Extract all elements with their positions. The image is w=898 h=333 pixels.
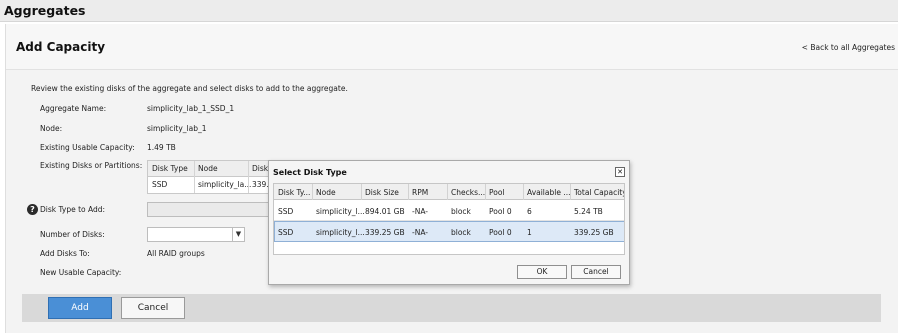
column-header-total-capacity[interactable]: Total Capacity [574, 188, 624, 197]
number-of-disks-label: Number of Disks: [40, 230, 105, 239]
cell-rpm: -NA- [412, 228, 428, 237]
panel-header: Add Capacity < Back to all Aggregates [6, 24, 898, 70]
page-title: Add Capacity [16, 40, 106, 54]
table-row[interactable]: SSD simplicity_l... 894.01 GB -NA- block… [274, 200, 624, 221]
column-header-disk-type[interactable]: Disk Ty... [278, 188, 310, 197]
column-header-pool[interactable]: Pool [489, 188, 505, 197]
column-divider [194, 161, 195, 193]
cell-disk-type: SSD [278, 228, 294, 237]
column-header-disk-type[interactable]: Disk Type [152, 161, 188, 177]
add-disks-to-value: All RAID groups [147, 249, 205, 258]
footer-bar: Add Cancel [22, 294, 881, 322]
column-header-checksum[interactable]: Checks... [451, 188, 485, 197]
cell-disk-size: 894.01 GB [365, 207, 405, 216]
dialog-title: Select Disk Type [273, 168, 347, 177]
column-header-node[interactable]: Node [198, 161, 218, 177]
cell-available: 1 [527, 228, 532, 237]
new-usable-capacity-label: New Usable Capacity: [40, 268, 122, 277]
column-header-rpm[interactable]: RPM [412, 188, 428, 197]
existing-disks-label: Existing Disks or Partitions: [40, 161, 143, 170]
existing-disk-type: SSD [152, 180, 168, 189]
column-divider [408, 184, 409, 200]
section-title: Aggregates [4, 3, 86, 18]
cell-checksum: block [451, 207, 471, 216]
cell-total-capacity: 5.24 TB [574, 207, 603, 216]
disk-type-table: Disk Ty... Node Disk Size RPM Checks... … [273, 183, 625, 255]
column-header-disk-size[interactable]: Disk Size [365, 188, 399, 197]
column-header-node[interactable]: Node [316, 188, 336, 197]
number-of-disks-select[interactable]: ▼ [147, 227, 245, 242]
cell-total-capacity: 339.25 GB [574, 228, 614, 237]
cell-available: 6 [527, 207, 532, 216]
dialog-cancel-button[interactable]: Cancel [571, 265, 621, 279]
add-disks-to-label: Add Disks To: [40, 249, 90, 258]
node-value: simplicity_lab_1 [147, 124, 207, 133]
usable-capacity-label: Existing Usable Capacity: [40, 143, 135, 152]
column-header-available[interactable]: Available ... [527, 188, 570, 197]
aggregate-name-value: simplicity_lab_1_SSD_1 [147, 104, 235, 113]
aggregate-name-label: Aggregate Name: [40, 104, 107, 113]
cell-pool: Pool 0 [489, 207, 512, 216]
close-icon[interactable]: ✕ [615, 167, 625, 177]
add-button[interactable]: Add [48, 297, 112, 319]
column-divider [485, 184, 486, 200]
cell-pool: Pool 0 [489, 228, 512, 237]
column-divider [312, 184, 313, 200]
cancel-button[interactable]: Cancel [121, 297, 185, 319]
existing-disks-table: Disk Type Node Disk S SSD simplicity_la.… [147, 160, 270, 194]
column-divider [570, 184, 571, 200]
cell-checksum: block [451, 228, 471, 237]
disk-type-field[interactable] [147, 202, 272, 217]
table-header: Disk Ty... Node Disk Size RPM Checks... … [274, 184, 624, 200]
table-row-selected[interactable]: SSD simplicity_l... 339.25 GB -NA- block… [274, 221, 624, 242]
back-to-aggregates-link[interactable]: < Back to all Aggregates [802, 43, 895, 52]
cell-rpm: -NA- [412, 207, 428, 216]
select-disk-type-dialog: Select Disk Type ✕ Disk Ty... Node Disk … [268, 160, 630, 285]
column-divider [361, 184, 362, 200]
cell-node: simplicity_l... [316, 228, 365, 237]
node-label: Node: [40, 124, 63, 133]
cell-disk-type: SSD [278, 207, 294, 216]
ok-button[interactable]: OK [517, 265, 567, 279]
cell-node: simplicity_l... [316, 207, 365, 216]
chevron-down-icon[interactable]: ▼ [232, 228, 244, 241]
disk-type-label: Disk Type to Add: [40, 205, 106, 214]
intro-text: Review the existing disks of the aggrega… [31, 84, 348, 93]
column-divider [523, 184, 524, 200]
existing-disk-node: simplicity_la... [198, 180, 252, 189]
cell-disk-size: 339.25 GB [365, 228, 405, 237]
column-divider [248, 161, 249, 193]
top-bar: Aggregates [0, 0, 898, 22]
column-divider [447, 184, 448, 200]
help-icon[interactable]: ? [27, 204, 38, 215]
usable-capacity-value: 1.49 TB [147, 143, 176, 152]
